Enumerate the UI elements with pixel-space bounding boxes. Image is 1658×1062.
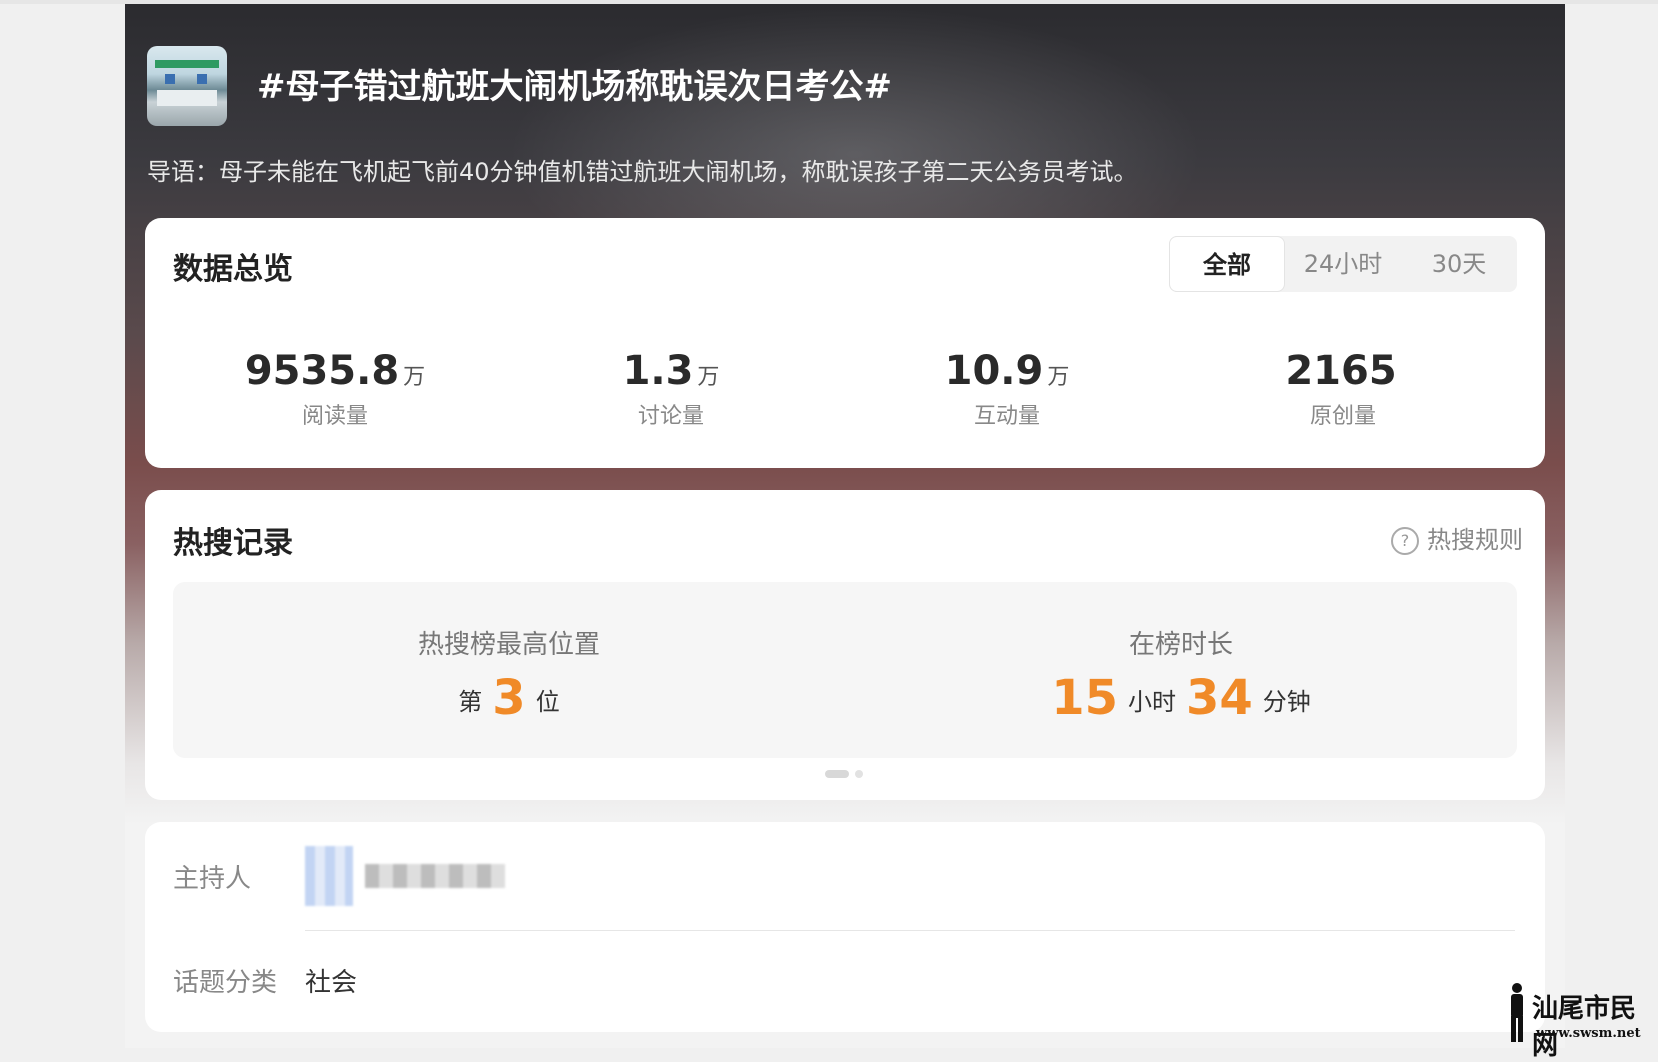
overview-title: 数据总览 — [173, 252, 293, 287]
thumbnail-counter — [157, 90, 217, 106]
stat-reads-unit: 万 — [403, 365, 426, 390]
hot-search-rules-label: 热搜规则 — [1427, 526, 1523, 554]
carousel-dot-active[interactable] — [825, 770, 849, 778]
topic-page: #母子错过航班大闹机场称耽误次日考公# 导语：母子未能在飞机起飞前40分钟值机错… — [125, 4, 1565, 1048]
hot-search-panel: 热搜榜最高位置 第3位 在榜时长 15 小时 34 分钟 — [173, 582, 1517, 758]
highest-rank-prefix: 第 — [458, 688, 483, 716]
highest-rank-block: 热搜榜最高位置 第3位 — [173, 582, 845, 758]
highest-rank-suffix: 位 — [535, 688, 560, 716]
category-value: 社会 — [305, 968, 358, 998]
stat-interactions-value: 10.9 — [944, 348, 1044, 394]
site-watermark: 汕尾市民网 www.swsm.net — [1498, 978, 1658, 1061]
hot-search-card: 热搜记录 ? 热搜规则 热搜榜最高位置 第3位 在榜时长 15 小时 34 分钟 — [145, 490, 1545, 800]
topic-intro: 导语：母子未能在飞机起飞前40分钟值机错过航班大闹机场，称耽误孩子第二天公务员考… — [147, 158, 1138, 186]
time-range-tabs: 全部 24小时 30天 — [1169, 236, 1517, 292]
watermark-url: www.swsm.net — [1536, 1026, 1641, 1041]
host-avatar[interactable] — [305, 846, 353, 906]
duration-minutes: 34 — [1186, 670, 1253, 726]
duration-hours: 15 — [1051, 670, 1118, 726]
tab-all[interactable]: 全部 — [1169, 236, 1285, 292]
stat-discussions: 1.3 万 讨论量 — [521, 348, 821, 430]
tab-24h[interactable]: 24小时 — [1285, 236, 1401, 292]
thumbnail-screen-left — [165, 74, 175, 84]
highest-rank-value: 3 — [492, 670, 526, 726]
thumbnail-sign — [155, 60, 219, 68]
highest-rank-value-row: 第3位 — [173, 670, 845, 726]
duration-label: 在榜时长 — [1128, 630, 1233, 660]
stat-discussions-value: 1.3 — [622, 348, 694, 394]
duration-block: 在榜时长 15 小时 34 分钟 — [845, 582, 1517, 758]
stat-discussions-label: 讨论量 — [637, 404, 704, 429]
topic-thumbnail — [147, 46, 227, 126]
stat-reads: 9535.8 万 阅读量 — [185, 348, 485, 430]
data-overview-card: 数据总览 全部 24小时 30天 9535.8 万 阅读量 1.3 万 讨论量 10… — [145, 218, 1545, 468]
person-silhouette-icon — [1511, 983, 1523, 1042]
duration-minutes-unit: 分钟 — [1262, 688, 1311, 716]
carousel-dot[interactable] — [855, 770, 863, 778]
stat-reads-label: 阅读量 — [301, 404, 368, 429]
hot-search-rules-link[interactable]: ? 热搜规则 — [1391, 520, 1523, 555]
stat-interactions-label: 互动量 — [973, 404, 1040, 429]
stat-interactions: 10.9 万 互动量 — [857, 348, 1157, 430]
info-divider — [305, 930, 1515, 931]
topic-info-card: 主持人 话题分类 社会 — [145, 822, 1545, 1032]
stat-originals-label: 原创量 — [1309, 404, 1376, 429]
stat-interactions-unit: 万 — [1047, 365, 1070, 390]
tab-30d[interactable]: 30天 — [1401, 236, 1517, 292]
duration-value-row: 15 小时 34 分钟 — [845, 670, 1517, 726]
stat-discussions-unit: 万 — [697, 365, 720, 390]
host-label: 主持人 — [173, 864, 252, 894]
hot-search-title: 热搜记录 — [173, 526, 293, 561]
topic-title: #母子错过航班大闹机场称耽误次日考公# — [257, 67, 892, 107]
question-circle-icon: ? — [1391, 527, 1419, 555]
duration-hours-unit: 小时 — [1128, 688, 1176, 716]
stat-originals-value: 2165 — [1285, 348, 1397, 394]
highest-rank-label: 热搜榜最高位置 — [417, 630, 600, 660]
category-label: 话题分类 — [173, 968, 278, 998]
watermark-text: 汕尾市民网 — [1532, 994, 1637, 1061]
stat-reads-value: 9535.8 — [244, 348, 400, 394]
stat-originals: 2165 原创量 — [1193, 348, 1493, 430]
thumbnail-screen-right — [197, 74, 207, 84]
host-name-redacted[interactable] — [365, 864, 505, 888]
